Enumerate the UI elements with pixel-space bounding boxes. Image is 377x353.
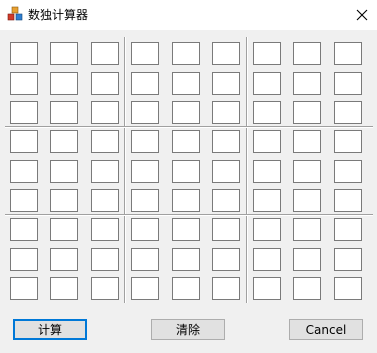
box-separator-vertical xyxy=(124,37,126,303)
sudoku-calculator-window: 数独计算器 计算 清除 Cancel xyxy=(0,0,377,353)
sudoku-cell[interactable] xyxy=(91,130,119,153)
sudoku-cell[interactable] xyxy=(172,248,200,271)
sudoku-cell[interactable] xyxy=(131,218,159,241)
sudoku-cell[interactable] xyxy=(172,130,200,153)
sudoku-cell[interactable] xyxy=(172,189,200,212)
clear-button[interactable]: 清除 xyxy=(151,319,225,340)
sudoku-cell[interactable] xyxy=(10,218,38,241)
sudoku-cell[interactable] xyxy=(334,218,362,241)
sudoku-cell[interactable] xyxy=(253,42,281,65)
sudoku-cell[interactable] xyxy=(253,189,281,212)
sudoku-cell[interactable] xyxy=(253,248,281,271)
sudoku-cell[interactable] xyxy=(50,130,78,153)
box-separator-vertical xyxy=(246,37,248,303)
sudoku-cell[interactable] xyxy=(172,72,200,95)
sudoku-cell[interactable] xyxy=(334,189,362,212)
sudoku-cell[interactable] xyxy=(334,130,362,153)
window-title: 数独计算器 xyxy=(28,8,89,22)
sudoku-cell[interactable] xyxy=(212,248,240,271)
sudoku-cell[interactable] xyxy=(91,277,119,300)
calculate-button[interactable]: 计算 xyxy=(13,319,87,340)
sudoku-cell[interactable] xyxy=(253,277,281,300)
sudoku-cell[interactable] xyxy=(91,42,119,65)
sudoku-cell[interactable] xyxy=(131,160,159,183)
sudoku-cell[interactable] xyxy=(50,218,78,241)
sudoku-cell[interactable] xyxy=(293,42,321,65)
sudoku-cell[interactable] xyxy=(91,218,119,241)
sudoku-cell[interactable] xyxy=(212,277,240,300)
sudoku-cell[interactable] xyxy=(293,218,321,241)
sudoku-cell[interactable] xyxy=(212,189,240,212)
close-button[interactable] xyxy=(347,0,377,30)
title-bar[interactable]: 数独计算器 xyxy=(0,0,377,30)
sudoku-cell[interactable] xyxy=(293,130,321,153)
sudoku-cell[interactable] xyxy=(293,248,321,271)
sudoku-cell[interactable] xyxy=(10,189,38,212)
box-separator-horizontal xyxy=(5,126,373,128)
sudoku-cell[interactable] xyxy=(10,277,38,300)
sudoku-cell[interactable] xyxy=(334,101,362,124)
sudoku-cell[interactable] xyxy=(293,101,321,124)
sudoku-cell[interactable] xyxy=(172,101,200,124)
sudoku-cell[interactable] xyxy=(50,42,78,65)
sudoku-cell[interactable] xyxy=(212,72,240,95)
sudoku-cell[interactable] xyxy=(334,42,362,65)
sudoku-cell[interactable] xyxy=(131,248,159,271)
sudoku-cell[interactable] xyxy=(50,101,78,124)
sudoku-cell[interactable] xyxy=(172,277,200,300)
sudoku-cell[interactable] xyxy=(91,72,119,95)
sudoku-cell[interactable] xyxy=(131,42,159,65)
close-icon xyxy=(356,6,368,25)
sudoku-cell[interactable] xyxy=(91,248,119,271)
sudoku-cell[interactable] xyxy=(212,130,240,153)
sudoku-cell[interactable] xyxy=(253,160,281,183)
sudoku-cell[interactable] xyxy=(10,160,38,183)
sudoku-cell[interactable] xyxy=(50,277,78,300)
cancel-button[interactable]: Cancel xyxy=(289,319,363,340)
sudoku-cell[interactable] xyxy=(293,277,321,300)
sudoku-cell[interactable] xyxy=(131,130,159,153)
sudoku-cell[interactable] xyxy=(334,248,362,271)
sudoku-cell[interactable] xyxy=(253,101,281,124)
sudoku-cell[interactable] xyxy=(334,277,362,300)
sudoku-cell[interactable] xyxy=(10,72,38,95)
sudoku-cell[interactable] xyxy=(131,189,159,212)
sudoku-cell[interactable] xyxy=(131,101,159,124)
sudoku-cell[interactable] xyxy=(50,160,78,183)
sudoku-cell[interactable] xyxy=(212,42,240,65)
box-separator-horizontal xyxy=(5,214,373,216)
sudoku-cell[interactable] xyxy=(212,218,240,241)
app-cubes-icon xyxy=(7,6,23,22)
sudoku-cell[interactable] xyxy=(253,218,281,241)
sudoku-cell[interactable] xyxy=(50,72,78,95)
sudoku-cell[interactable] xyxy=(212,101,240,124)
sudoku-cell[interactable] xyxy=(253,130,281,153)
sudoku-cell[interactable] xyxy=(293,72,321,95)
sudoku-cell[interactable] xyxy=(50,189,78,212)
sudoku-cell[interactable] xyxy=(91,189,119,212)
sudoku-cell[interactable] xyxy=(131,72,159,95)
sudoku-cell[interactable] xyxy=(172,42,200,65)
sudoku-cell[interactable] xyxy=(91,101,119,124)
sudoku-cell[interactable] xyxy=(253,72,281,95)
sudoku-cell[interactable] xyxy=(334,72,362,95)
sudoku-cell[interactable] xyxy=(91,160,119,183)
sudoku-cell[interactable] xyxy=(131,277,159,300)
sudoku-cell[interactable] xyxy=(172,160,200,183)
sudoku-cell[interactable] xyxy=(10,42,38,65)
sudoku-cell[interactable] xyxy=(334,160,362,183)
sudoku-cell[interactable] xyxy=(50,248,78,271)
sudoku-cell[interactable] xyxy=(172,218,200,241)
sudoku-cell[interactable] xyxy=(10,130,38,153)
sudoku-cell[interactable] xyxy=(10,248,38,271)
sudoku-cell[interactable] xyxy=(293,160,321,183)
sudoku-cell[interactable] xyxy=(293,189,321,212)
sudoku-cell[interactable] xyxy=(10,101,38,124)
sudoku-cell[interactable] xyxy=(212,160,240,183)
